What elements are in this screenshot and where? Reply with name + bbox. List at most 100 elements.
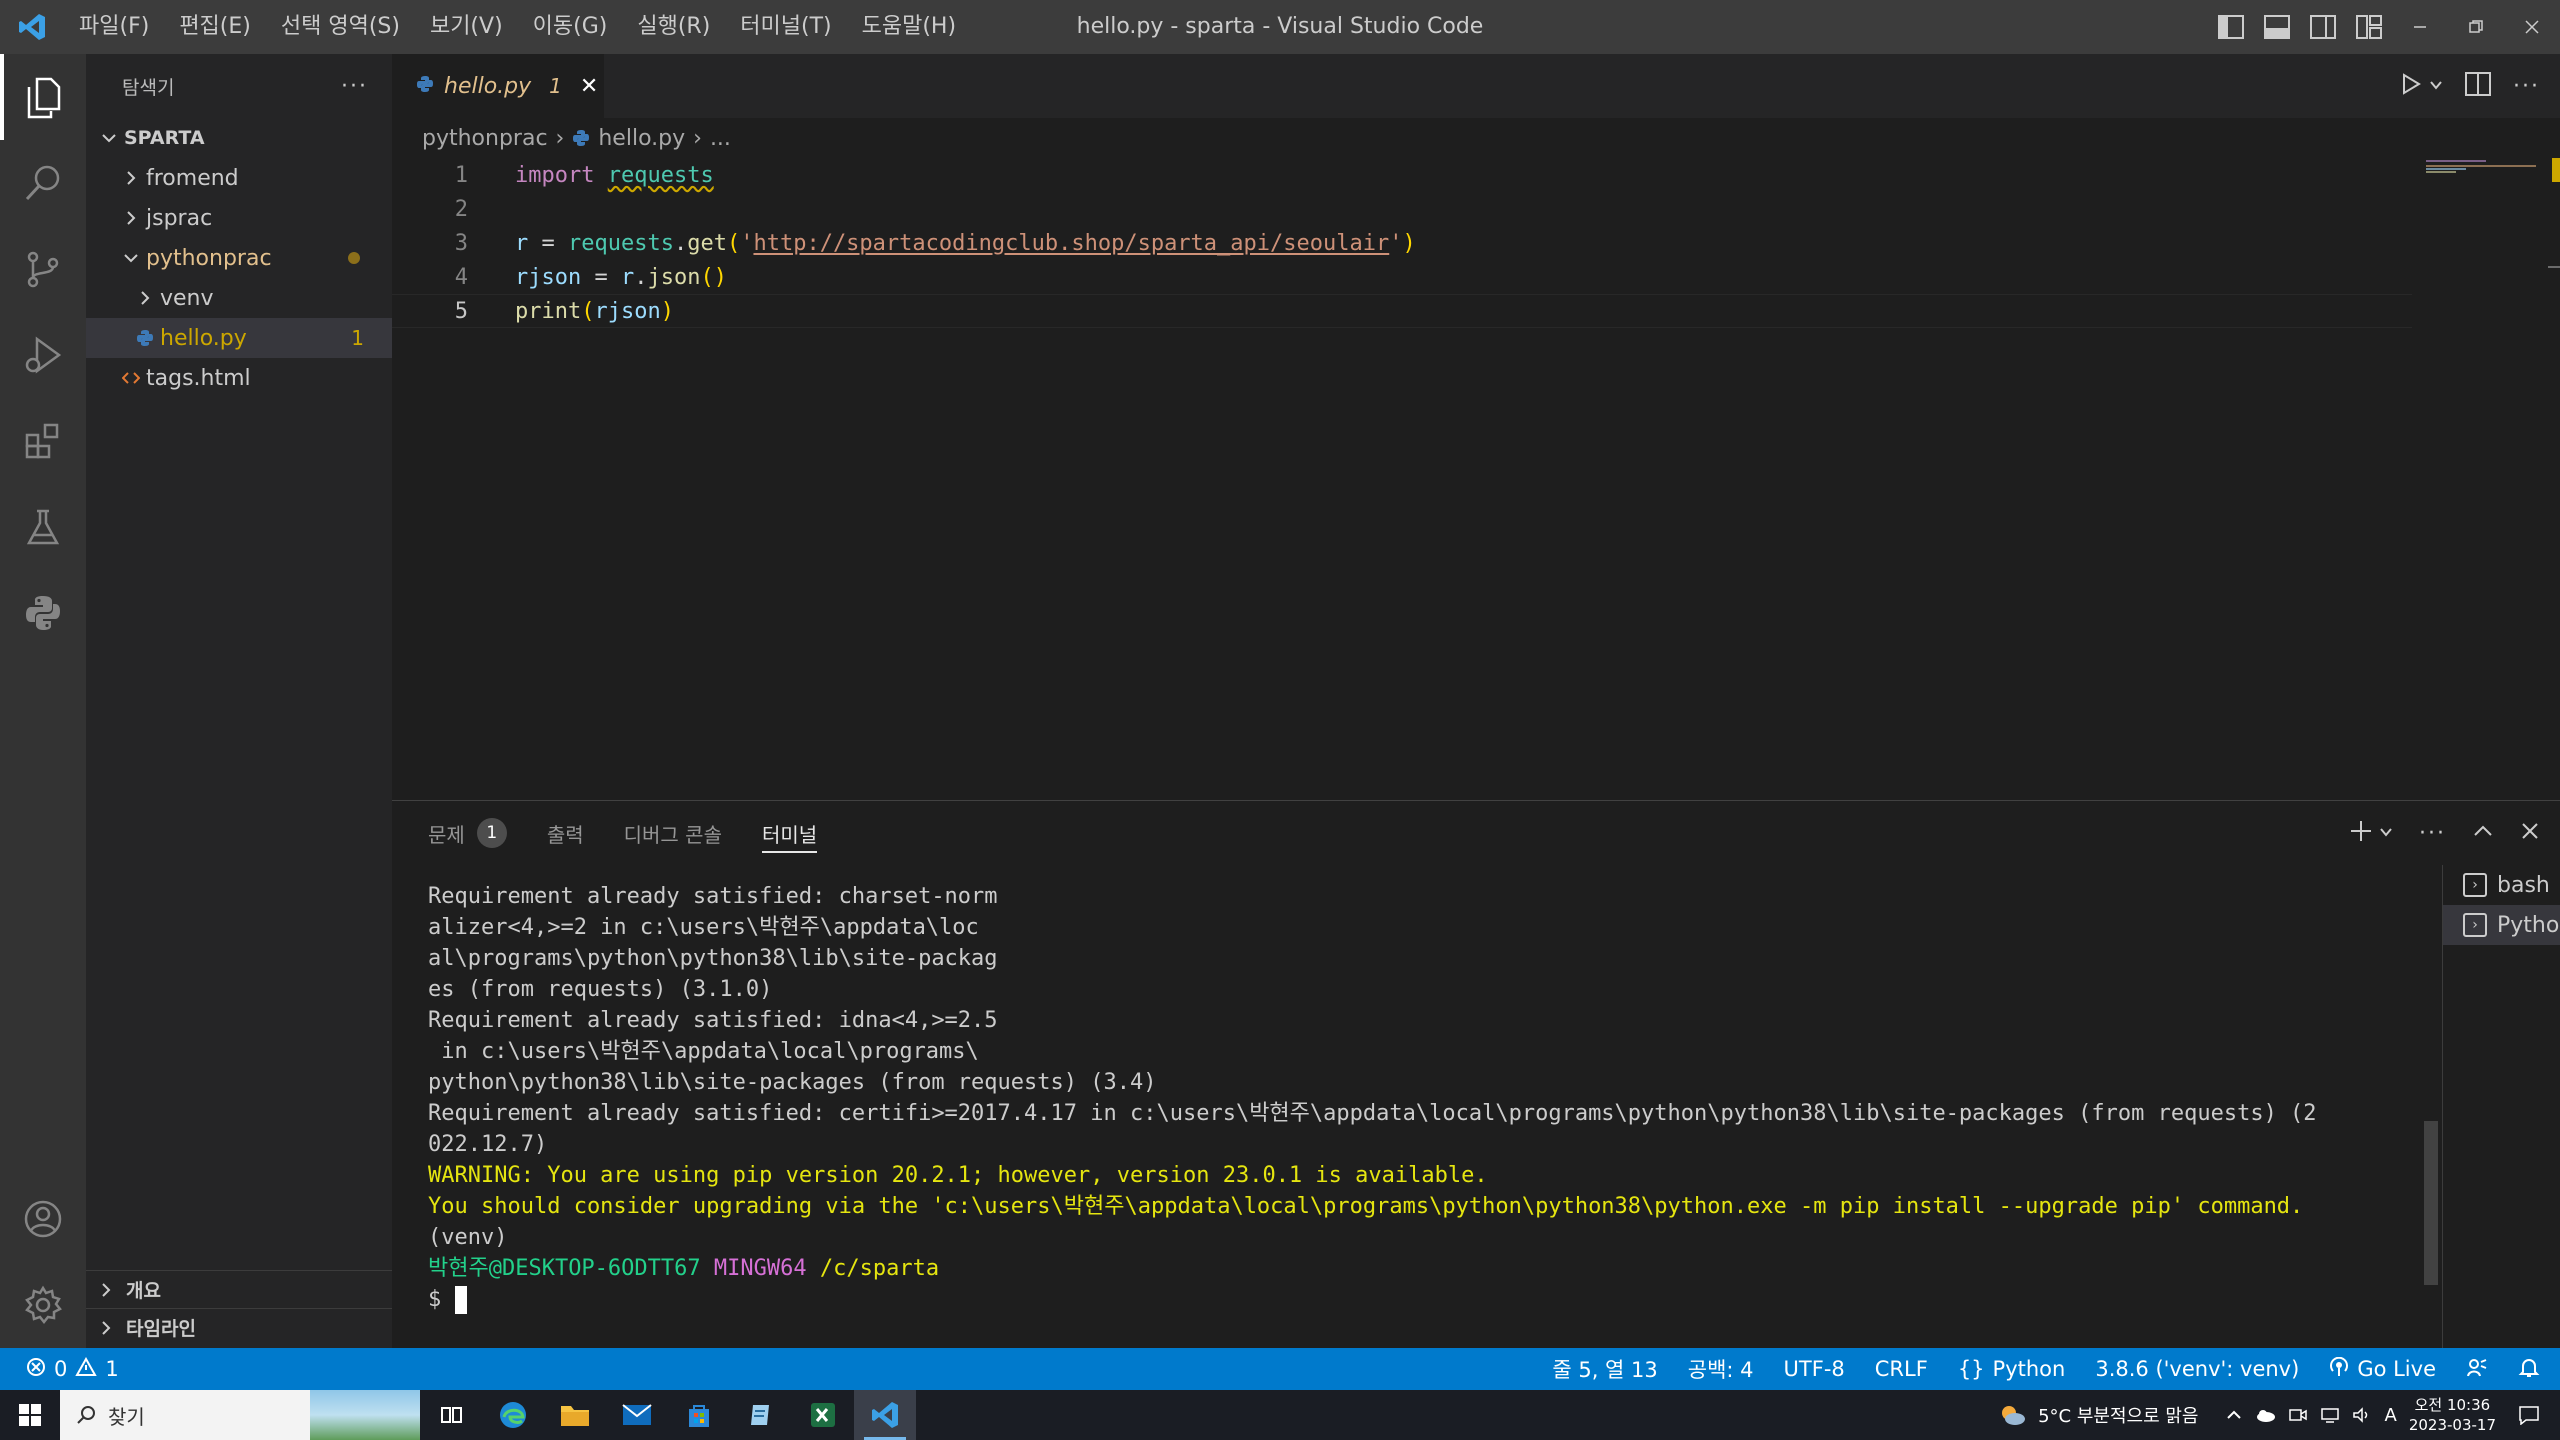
menu-edit[interactable]: 편집(E) xyxy=(164,0,266,54)
task-view-icon[interactable] xyxy=(420,1390,482,1440)
network-icon[interactable] xyxy=(2320,1407,2340,1423)
cursor-position[interactable]: 줄 5, 열 13 xyxy=(1552,1354,1657,1384)
end-of-line[interactable]: CRLF xyxy=(1875,1357,1928,1381)
tree-item-jsprac[interactable]: jsprac xyxy=(86,198,392,238)
clock-date: 2023-03-17 xyxy=(2408,1416,2496,1434)
weather-text[interactable]: 5°C 부분적으로 맑음 xyxy=(2038,1402,2198,1428)
terminal-dropdown-chevron-icon[interactable] xyxy=(2379,824,2393,843)
windows-start-icon[interactable] xyxy=(0,1390,60,1440)
more-actions-icon[interactable]: ··· xyxy=(2419,821,2446,846)
menu-selection[interactable]: 선택 영역(S) xyxy=(266,0,415,54)
close-tab-icon[interactable]: ✕ xyxy=(580,74,598,99)
breadcrumb-file[interactable]: hello.py xyxy=(598,126,685,151)
run-python-file-icon[interactable] xyxy=(2399,72,2423,100)
run-dropdown-chevron-icon[interactable] xyxy=(2429,77,2443,96)
editor-scrollbar[interactable] xyxy=(2548,158,2560,798)
more-actions-icon[interactable]: ··· xyxy=(2513,74,2540,99)
tab-problems[interactable]: 문제 1 xyxy=(428,801,507,865)
go-live-button[interactable]: Go Live xyxy=(2329,1356,2436,1382)
volume-icon[interactable] xyxy=(2352,1407,2372,1423)
edge-browser-icon[interactable] xyxy=(482,1390,544,1440)
status-bar: 0 1 줄 5, 열 13 공백: 4 UTF-8 CRLF {} Python… xyxy=(0,1348,2560,1390)
notepad-icon[interactable] xyxy=(730,1390,792,1440)
show-hidden-icons-chevron-up-icon[interactable] xyxy=(2226,1407,2242,1423)
search-icon[interactable] xyxy=(0,140,86,226)
tree-item-tags-html[interactable]: tags.html xyxy=(86,358,392,398)
onedrive-cloud-icon[interactable] xyxy=(2254,1407,2276,1423)
vscode-taskbar-icon[interactable] xyxy=(854,1390,916,1440)
url-string[interactable]: http://spartacodingclub.shop/sparta_api/… xyxy=(753,231,1389,256)
notification-center-icon[interactable] xyxy=(2518,1405,2540,1425)
menu-run[interactable]: 실행(R) xyxy=(622,0,725,54)
tree-item-fromend[interactable]: fromend xyxy=(86,158,392,198)
close-window-icon[interactable] xyxy=(2504,0,2560,54)
terminal-item-python[interactable]: › Python xyxy=(2443,905,2560,945)
split-editor-icon[interactable] xyxy=(2465,72,2492,100)
code-editor[interactable]: 1 import requests 2 3 r = requests.get('… xyxy=(392,158,2412,328)
tree-item-venv[interactable]: venv xyxy=(86,278,392,318)
workspace-root[interactable]: SPARTA xyxy=(86,118,392,158)
accounts-icon[interactable] xyxy=(0,1176,86,1262)
new-terminal-plus-icon[interactable] xyxy=(2349,819,2373,847)
breadcrumb-folder[interactable]: pythonprac xyxy=(422,126,548,151)
extensions-icon[interactable] xyxy=(0,398,86,484)
taskbar-search-box[interactable]: 찾기 xyxy=(60,1390,420,1440)
menu-help[interactable]: 도움말(H) xyxy=(847,0,971,54)
prompt-path: /c/sparta xyxy=(819,1256,940,1281)
microsoft-store-icon[interactable] xyxy=(668,1390,730,1440)
problems-count-badge: 1 xyxy=(476,818,507,848)
notifications-bell-icon[interactable] xyxy=(2518,1356,2540,1383)
timeline-section[interactable]: 타임라인 xyxy=(86,1308,392,1346)
status-problems[interactable]: 0 1 xyxy=(26,1356,119,1382)
toggle-panel-icon[interactable] xyxy=(2254,0,2300,54)
encoding[interactable]: UTF-8 xyxy=(1784,1357,1845,1381)
feedback-icon[interactable] xyxy=(2466,1356,2488,1383)
terminal-line: alizer<4,>=2 in c:\users\박현주\appdata\loc xyxy=(428,915,979,940)
terminal-item-bash[interactable]: › bash xyxy=(2443,865,2560,905)
excel-icon[interactable] xyxy=(792,1390,854,1440)
minimap[interactable] xyxy=(2424,158,2536,182)
restore-icon[interactable] xyxy=(2448,0,2504,54)
source-control-icon[interactable] xyxy=(0,226,86,312)
terminal-output[interactable]: Requirement already satisfied: charset-n… xyxy=(428,881,2388,1315)
minimize-icon[interactable] xyxy=(2392,0,2448,54)
paren: () xyxy=(700,264,727,290)
line-number: 1 xyxy=(454,162,468,188)
tree-item-hello-py[interactable]: hello.py 1 xyxy=(86,318,392,358)
tab-output[interactable]: 출력 xyxy=(547,801,584,865)
tab-hello-py[interactable]: hello.py 1 ✕ xyxy=(392,54,604,118)
customize-layout-icon[interactable] xyxy=(2346,0,2392,54)
close-panel-icon[interactable] xyxy=(2520,821,2540,845)
indentation[interactable]: 공백: 4 xyxy=(1688,1354,1754,1384)
more-actions-icon[interactable]: ··· xyxy=(341,74,368,99)
explorer-icon[interactable] xyxy=(0,54,86,140)
python-interpreter[interactable]: 3.8.6 ('venv': venv) xyxy=(2095,1357,2299,1381)
tab-debug-console[interactable]: 디버그 콘솔 xyxy=(624,801,722,865)
terminal-input-line[interactable]: $ xyxy=(428,1284,2388,1315)
menu-file[interactable]: 파일(F) xyxy=(64,0,164,54)
breadcrumb-symbol[interactable]: ... xyxy=(710,126,731,151)
file-explorer-icon[interactable] xyxy=(544,1390,606,1440)
language-mode[interactable]: {} Python xyxy=(1958,1357,2066,1381)
testing-flask-icon[interactable] xyxy=(0,484,86,570)
python-icon[interactable] xyxy=(0,570,86,656)
terminal-scrollbar[interactable] xyxy=(2424,1121,2438,1285)
maximize-panel-chevron-up-icon[interactable] xyxy=(2472,820,2494,846)
outline-section[interactable]: 개요 xyxy=(86,1270,392,1308)
menu-view[interactable]: 보기(V) xyxy=(415,0,518,54)
weather-icon[interactable] xyxy=(1998,1403,2026,1427)
menu-terminal[interactable]: 터미널(T) xyxy=(725,0,846,54)
toggle-primary-sidebar-icon[interactable] xyxy=(2208,0,2254,54)
toggle-secondary-sidebar-icon[interactable] xyxy=(2300,0,2346,54)
taskbar-clock[interactable]: 오전 10:36 2023-03-17 xyxy=(2409,1395,2496,1435)
meet-now-icon[interactable] xyxy=(2288,1407,2308,1423)
tab-terminal[interactable]: 터미널 xyxy=(761,801,818,865)
vscode-logo-icon xyxy=(0,0,64,54)
settings-gear-icon[interactable] xyxy=(0,1262,86,1348)
tree-item-pythonprac[interactable]: pythonprac xyxy=(86,238,392,278)
run-debug-icon[interactable] xyxy=(0,312,86,398)
input-method-indicator[interactable]: A xyxy=(2384,1405,2396,1426)
menu-go[interactable]: 이동(G) xyxy=(518,0,623,54)
paren: ) xyxy=(660,298,674,324)
mail-icon[interactable] xyxy=(606,1390,668,1440)
